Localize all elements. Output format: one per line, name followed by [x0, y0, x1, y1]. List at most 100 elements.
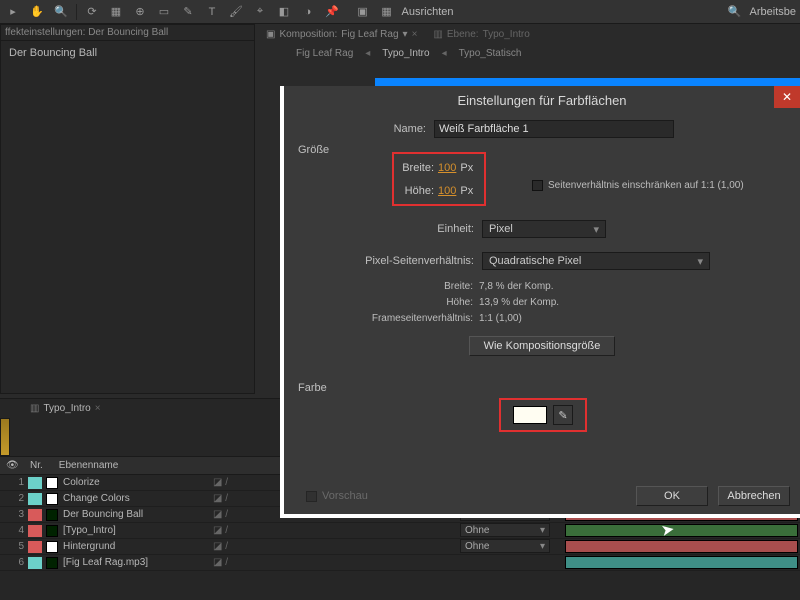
shape-tool-icon[interactable]: ▭	[155, 3, 173, 21]
timecode-indicator[interactable]	[0, 418, 10, 456]
stamp-tool-icon[interactable]: ⌖	[251, 3, 269, 21]
chevron-down-icon: ▾	[697, 255, 703, 268]
hand-tool-icon[interactable]: ✋	[28, 3, 46, 21]
film-icon: ▥	[30, 403, 39, 414]
subtab-1[interactable]: Fig Leaf Rag	[292, 47, 357, 60]
chevron-down-icon: ▾	[540, 525, 545, 536]
name-input[interactable]	[434, 120, 674, 138]
eraser-tool-icon[interactable]: ◧	[275, 3, 293, 21]
size-group-label: Größe	[284, 142, 800, 162]
layer-type-icon	[46, 557, 58, 569]
layer-index: 3	[6, 509, 28, 520]
close-icon: ✕	[782, 90, 792, 104]
lock-aspect-checkbox[interactable]	[532, 180, 543, 191]
layer-name: [Fig Leaf Rag.mp3]	[63, 557, 213, 568]
eyedropper-button[interactable]: ✎	[553, 405, 573, 425]
col-name: Ebenenname	[59, 460, 119, 471]
comp-icon: ▣	[266, 29, 275, 40]
subtab-3[interactable]: Typo_Statisch	[455, 47, 526, 60]
search-icon[interactable]: 🔍	[726, 3, 744, 21]
track-bar[interactable]	[565, 540, 798, 553]
par-value: Quadratische Pixel	[489, 255, 581, 267]
workspace-label[interactable]: Arbeitsbe	[750, 6, 796, 18]
unit-dropdown[interactable]: Pixel ▾	[482, 220, 606, 238]
solid-settings-dialog: ✕ Einstellungen für Farbflächen Name: Gr…	[284, 86, 800, 514]
mode-dropdown[interactable]: Ohne▾	[460, 523, 550, 537]
height-label: Höhe:	[400, 185, 434, 197]
info-height-val: 13,9 % der Komp.	[479, 297, 559, 308]
brush-tool-icon[interactable]: 🖌	[227, 3, 245, 21]
tab-prefix: Ebene:	[447, 29, 479, 40]
layer-name: [Typo_Intro]	[63, 525, 213, 536]
width-label: Breite:	[400, 162, 434, 174]
layer-switches[interactable]: ◪ /	[213, 477, 273, 488]
par-dropdown[interactable]: Quadratische Pixel ▾	[482, 252, 710, 270]
rotate-tool-icon[interactable]: ⟳	[83, 3, 101, 21]
size-highlight-box: Breite: 100 Px Höhe: 100 Px	[392, 152, 486, 206]
roto-tool-icon[interactable]: ◑	[299, 3, 317, 21]
preview-checkbox[interactable]	[306, 491, 317, 502]
separator	[76, 4, 77, 20]
width-unit: Px	[460, 162, 473, 174]
layer-name: Colorize	[63, 477, 213, 488]
chevron-down-icon: ▾	[403, 29, 408, 40]
layer-type-icon	[46, 493, 58, 505]
make-comp-size-button[interactable]: Wie Kompositionsgröße	[469, 336, 616, 356]
dialog-footer: OK Abbrechen	[636, 486, 790, 506]
layer-index: 1	[6, 477, 28, 488]
solid-settings-dialog-frame: ✕ Einstellungen für Farbflächen Name: Gr…	[280, 86, 800, 518]
layer-color-label	[28, 477, 42, 489]
pen-tool-icon[interactable]: ✎	[179, 3, 197, 21]
subtab-2[interactable]: Typo_Intro	[378, 47, 433, 60]
layer-switches[interactable]: ◪ /	[213, 557, 273, 568]
dialog-title: Einstellungen für Farbflächen	[284, 86, 800, 114]
align-label[interactable]: Ausrichten	[402, 6, 454, 18]
height-input[interactable]: 100	[438, 185, 456, 197]
layer-switches[interactable]: ◪ /	[213, 493, 273, 504]
layer-color-label	[28, 525, 42, 537]
camera-tool-icon[interactable]: ▦	[107, 3, 125, 21]
col-num: Nr.	[30, 460, 43, 471]
ok-button[interactable]: OK	[636, 486, 708, 506]
color-swatch[interactable]	[513, 406, 547, 424]
width-input[interactable]: 100	[438, 162, 456, 174]
info-width-key: Breite:	[284, 281, 479, 292]
cancel-button[interactable]: Abbrechen	[718, 486, 790, 506]
mode-value: Ohne	[465, 541, 489, 552]
text-tool-icon[interactable]: T	[203, 3, 221, 21]
zoom-tool-icon[interactable]: 🔍	[52, 3, 70, 21]
composition-tab-2[interactable]: ▥ Ebene: Typo_Intro	[427, 27, 535, 42]
layer-type-icon	[46, 509, 58, 521]
selection-tool-icon[interactable]: ▸	[4, 3, 22, 21]
info-height-key: Höhe:	[284, 297, 479, 308]
layer-color-label	[28, 557, 42, 569]
par-label: Pixel-Seitenverhältnis:	[284, 255, 482, 267]
close-button[interactable]: ✕	[774, 86, 800, 108]
name-label: Name:	[284, 123, 434, 135]
preview-label: Vorschau	[322, 490, 368, 502]
mode-dropdown[interactable]: Ohne▾	[460, 539, 550, 553]
eye-col-icon: 👁	[6, 460, 14, 471]
layer-switches[interactable]: ◪ /	[213, 509, 273, 520]
close-tab-icon[interactable]: ×	[412, 29, 418, 40]
tab-name: Typo_Intro	[483, 29, 530, 40]
layer-switches[interactable]: ◪ /	[213, 541, 273, 552]
panel-title: ffekteinstellungen: Der Bouncing Ball	[1, 25, 254, 41]
composition-tab-1[interactable]: ▣ Komposition: Fig Leaf Rag ▾ ×	[260, 27, 423, 42]
layer-icon: ▥	[433, 29, 442, 40]
track-bar[interactable]	[565, 524, 798, 537]
layer-type-icon	[46, 477, 58, 489]
pin-tool-icon[interactable]: 📌	[323, 3, 341, 21]
layer-name: Change Colors	[63, 493, 213, 504]
layer-name: Hintergrund	[63, 541, 213, 552]
track-bar[interactable]	[565, 556, 798, 569]
anchor-tool-icon[interactable]: ⊕	[131, 3, 149, 21]
layer-color-label	[28, 493, 42, 505]
info-fsv-val: 1:1 (1,00)	[479, 313, 522, 324]
layer-switches[interactable]: ◪ /	[213, 525, 273, 536]
timeline-tab[interactable]: Typo_Intro	[43, 403, 90, 414]
close-tab-icon[interactable]: ×	[95, 403, 101, 414]
info-fsv-key: Frameseitenverhältnis:	[284, 313, 479, 324]
grid-icon[interactable]: ▦	[378, 3, 396, 21]
snap-icon[interactable]: ▣	[354, 3, 372, 21]
